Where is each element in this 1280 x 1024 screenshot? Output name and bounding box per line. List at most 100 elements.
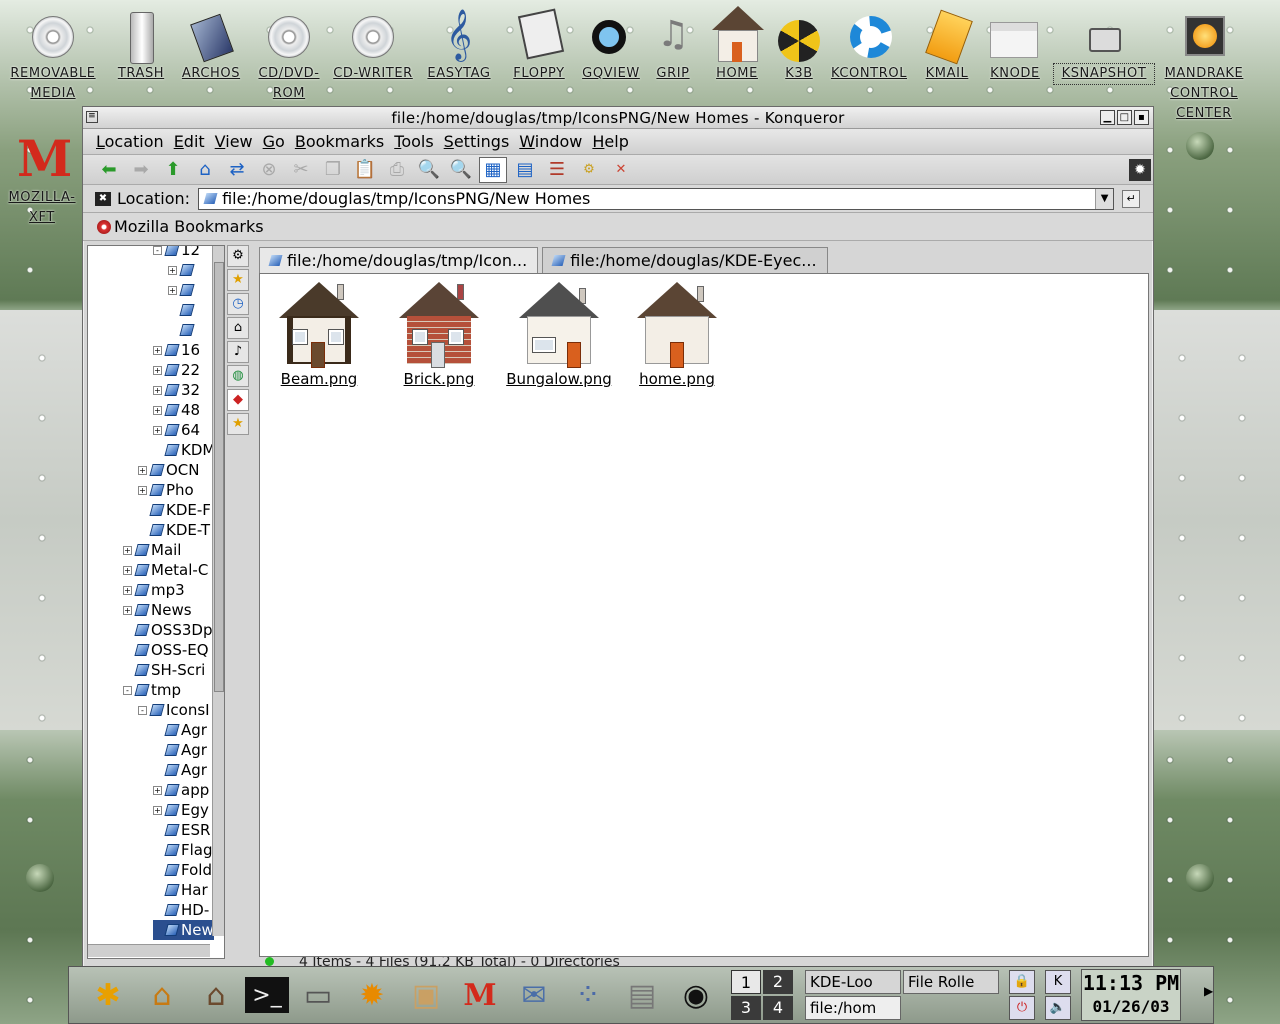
network-icon[interactable]: ⁘ bbox=[563, 970, 613, 1020]
tree-node[interactable]: + Pho bbox=[138, 480, 194, 500]
expand-icon[interactable]: + bbox=[123, 605, 132, 615]
window-menu-button[interactable]: ≡ bbox=[86, 111, 98, 123]
sidebar-tab-home-icon[interactable]: ⌂ bbox=[227, 317, 249, 339]
up-arrow-icon[interactable]: ⬆ bbox=[159, 157, 187, 183]
tree-node[interactable]: Har bbox=[153, 880, 208, 900]
window-titlebar[interactable]: ≡ file:/home/douglas/tmp/IconsPNG/New Ho… bbox=[83, 107, 1153, 129]
task-button[interactable]: file:/hom bbox=[805, 996, 901, 1020]
task-button[interactable]: File Rolle bbox=[903, 970, 999, 994]
file-view-pane[interactable]: Beam.png Brick.png Bungalow.png home.png bbox=[259, 273, 1149, 957]
copy-icon[interactable]: ❐ bbox=[319, 157, 347, 183]
menu-location[interactable]: Location bbox=[91, 132, 169, 151]
tree-node[interactable]: +64 bbox=[153, 420, 200, 440]
zoom-out-icon[interactable]: 🔍 bbox=[415, 157, 443, 183]
tree-node[interactable]: - IconsI bbox=[138, 700, 210, 720]
home-icon[interactable]: ⌂ bbox=[191, 157, 219, 183]
tree-node[interactable]: + Metal-C bbox=[123, 560, 208, 580]
tree-node[interactable]: Flag bbox=[153, 840, 213, 860]
collapse-icon[interactable]: - bbox=[153, 246, 162, 255]
computer-icon[interactable]: ▭ bbox=[293, 970, 343, 1020]
tab-tmp-icons[interactable]: file:/home/douglas/tmp/Icon... bbox=[259, 247, 539, 273]
package-icon[interactable]: ▣ bbox=[401, 970, 451, 1020]
task-button[interactable]: KDE-Loo bbox=[805, 970, 901, 994]
tree-node[interactable]: + OCN bbox=[138, 460, 200, 480]
navigation-tree[interactable]: New HD- Har Fold Flag ESR + Egy + app Agr Agr Agr - Ic… bbox=[87, 245, 225, 959]
expand-icon[interactable]: + bbox=[138, 485, 147, 495]
tree-node[interactable]: HD- bbox=[153, 900, 209, 920]
file-item[interactable]: Brick.png bbox=[384, 282, 494, 388]
sidebar-tab-history-icon[interactable]: ◷ bbox=[227, 293, 249, 315]
panel-hide-right-icon[interactable]: ▶ bbox=[1204, 984, 1213, 998]
find-file-icon[interactable]: ⚙ bbox=[575, 157, 603, 183]
expand-icon[interactable]: + bbox=[153, 405, 162, 415]
back-arrow-icon[interactable]: ⬅ bbox=[95, 157, 123, 183]
detail-view-icon[interactable]: ▤ bbox=[511, 157, 539, 183]
terminal-icon[interactable]: >_ bbox=[245, 977, 289, 1013]
desktop-icon-archos[interactable]: ARCHOS bbox=[166, 6, 256, 84]
tree-node[interactable]: New bbox=[153, 920, 214, 940]
tree-node[interactable]: + mp3 bbox=[123, 580, 185, 600]
logout-icon[interactable]: ⏻ bbox=[1009, 996, 1035, 1020]
zoom-in-icon[interactable]: 🔍 bbox=[447, 157, 475, 183]
show-desktop-icon[interactable]: ⌂ bbox=[137, 970, 187, 1020]
tree-node[interactable]: +22 bbox=[153, 360, 200, 380]
location-dropdown-icon[interactable]: ▼ bbox=[1095, 188, 1114, 209]
file-item[interactable]: Beam.png bbox=[264, 282, 374, 388]
icon-view-icon[interactable]: ▦ bbox=[479, 156, 507, 183]
menu-edit[interactable]: Edit bbox=[169, 132, 210, 151]
tree-node[interactable] bbox=[168, 320, 196, 340]
expand-icon[interactable]: + bbox=[153, 425, 162, 435]
tree-node[interactable]: Fold bbox=[153, 860, 212, 880]
tree-node[interactable]: SH-Scri bbox=[123, 660, 205, 680]
go-button[interactable]: ↵ bbox=[1122, 189, 1141, 208]
desktop-icon-removable-media[interactable]: REMOVABLE MEDIA bbox=[8, 6, 98, 104]
home-folder-icon[interactable]: ⌂ bbox=[191, 970, 241, 1020]
tree-node[interactable]: KDE-T bbox=[138, 520, 210, 540]
minimize-button[interactable]: ▁ bbox=[1100, 110, 1115, 125]
clock[interactable]: 11:13 PM 01/26/03 bbox=[1081, 969, 1181, 1021]
tree-node[interactable]: OSS-EQ bbox=[123, 640, 209, 660]
desktop-icon-ksnapshot[interactable]: KSNAPSHOT bbox=[1053, 6, 1155, 85]
desktop-icon-cd-writer[interactable]: CD-WRITER bbox=[328, 6, 418, 84]
mail-icon[interactable]: ✉ bbox=[509, 970, 559, 1020]
print-icon[interactable]: ⎙ bbox=[383, 157, 411, 183]
expand-icon[interactable]: + bbox=[153, 805, 162, 815]
forward-arrow-icon[interactable]: ➡ bbox=[127, 157, 155, 183]
tree-node[interactable]: Agr bbox=[153, 760, 207, 780]
tree-node[interactable]: - 12 bbox=[153, 246, 200, 260]
remove-icon[interactable]: ✕ bbox=[607, 157, 635, 183]
expand-icon[interactable]: + bbox=[153, 785, 162, 795]
tree-node[interactable]: OSS3Dp bbox=[123, 620, 212, 640]
location-input[interactable]: file:/home/douglas/tmp/IconsPNG/New Home… bbox=[198, 187, 1115, 210]
tree-node[interactable]: - tmp bbox=[123, 680, 181, 700]
tree-vertical-scrollbar[interactable] bbox=[212, 246, 224, 936]
file-item[interactable]: home.png bbox=[622, 282, 732, 388]
desktop-icon-mozilla-xft[interactable]: M MOZILLA-XFT bbox=[0, 130, 84, 228]
lock-screen-icon[interactable]: 🔒 bbox=[1009, 970, 1035, 994]
expand-icon[interactable]: + bbox=[138, 465, 147, 475]
expand-icon[interactable]: + bbox=[123, 545, 132, 555]
expand-icon[interactable]: + bbox=[153, 345, 162, 355]
tree-node[interactable]: + Egy bbox=[153, 800, 209, 820]
close-button[interactable]: ▪ bbox=[1134, 110, 1149, 125]
menu-tools[interactable]: Tools bbox=[389, 132, 438, 151]
paste-icon[interactable]: 📋 bbox=[351, 157, 379, 183]
sidebar-tab-services-icon[interactable]: ★ bbox=[227, 413, 249, 435]
collapse-icon[interactable]: - bbox=[123, 685, 132, 695]
image-viewer-icon[interactable]: ◉ bbox=[671, 970, 721, 1020]
maximize-button[interactable]: □ bbox=[1117, 110, 1132, 125]
sidebar-tab-network-icon[interactable]: ◍ bbox=[227, 365, 249, 387]
desktop-2-button[interactable]: 2 bbox=[763, 970, 793, 994]
newspaper-icon[interactable]: ▤ bbox=[617, 970, 667, 1020]
tree-node[interactable]: + app bbox=[153, 780, 209, 800]
tree-node[interactable]: + News bbox=[123, 600, 192, 620]
tree-node[interactable] bbox=[168, 300, 196, 320]
tree-node[interactable]: + Mail bbox=[123, 540, 181, 560]
tree-node[interactable]: Agr bbox=[153, 720, 207, 740]
clear-location-icon[interactable]: ✖ bbox=[95, 191, 111, 206]
desktop-3-button[interactable]: 3 bbox=[731, 996, 761, 1020]
tree-node[interactable]: + bbox=[168, 260, 196, 280]
file-item[interactable]: Bungalow.png bbox=[504, 282, 614, 388]
bookmark-folder-mozilla[interactable]: Mozilla Bookmarks bbox=[114, 217, 264, 236]
expand-icon[interactable]: + bbox=[153, 385, 162, 395]
